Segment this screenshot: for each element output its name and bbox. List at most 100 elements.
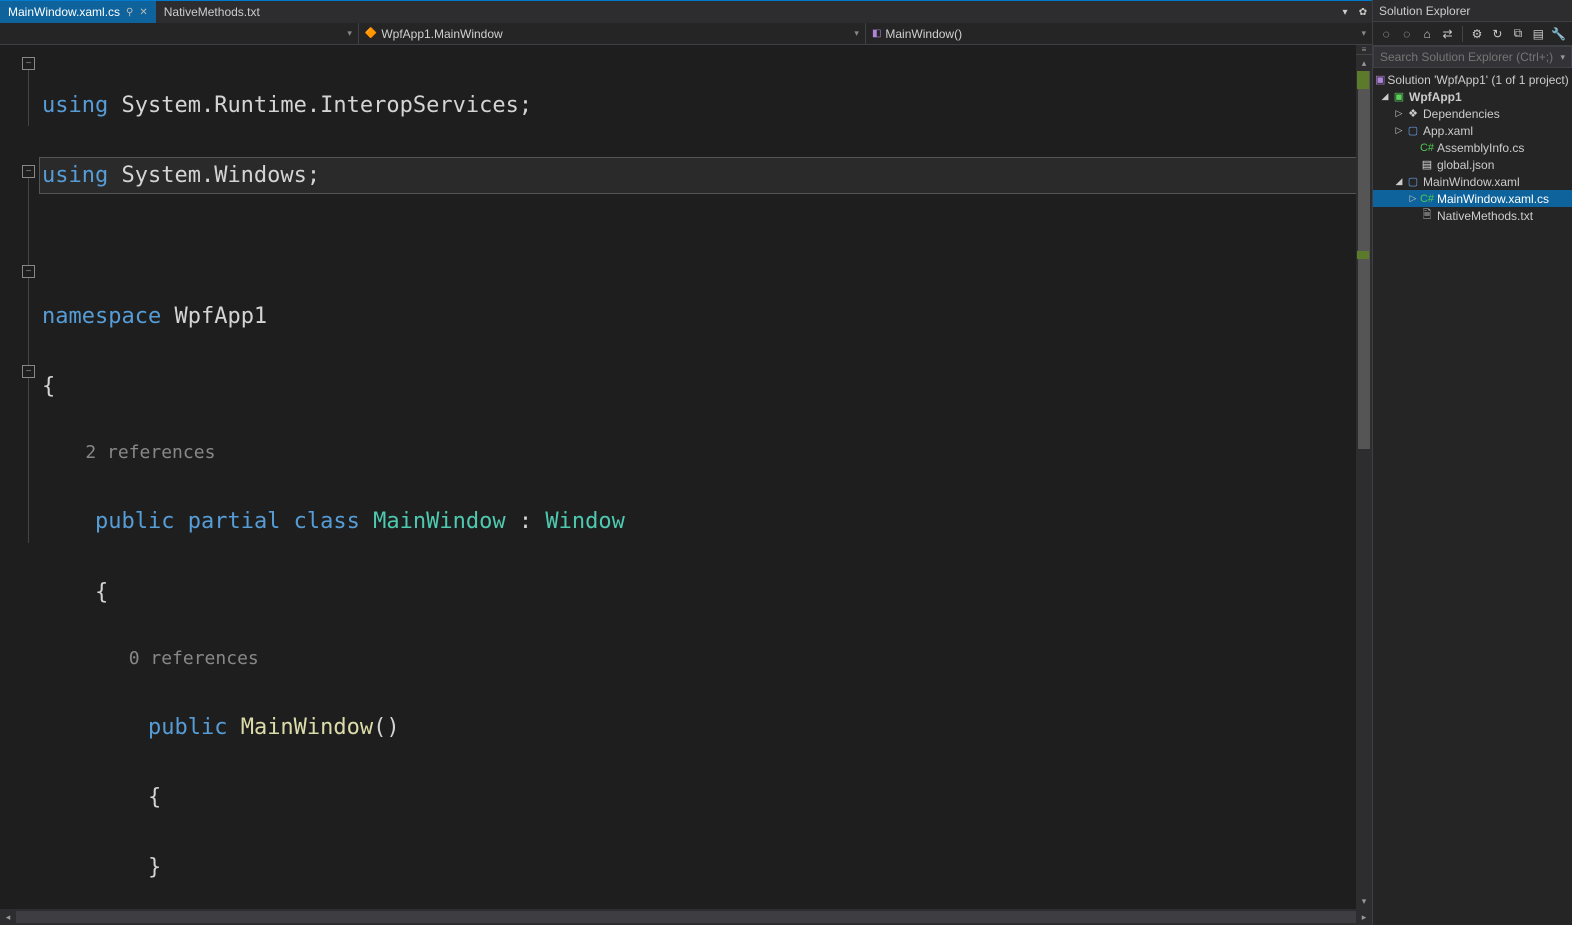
expand-icon[interactable]: ▷ (1393, 108, 1405, 119)
search-input[interactable] (1380, 50, 1560, 64)
kw-public: public (148, 715, 227, 740)
nav-class-label: WpfApp1.MainWindow (381, 27, 502, 41)
tree-assemblyinfo[interactable]: C# AssemblyInfo.cs (1373, 139, 1572, 156)
nav-member-label: MainWindow() (885, 27, 962, 41)
tree-project[interactable]: ◢ ▣ WpfApp1 (1373, 88, 1572, 105)
solution-icon: ▣ (1375, 73, 1385, 86)
chevron-down-icon: ▾ (347, 28, 352, 39)
chevron-down-icon: ▾ (854, 28, 859, 39)
fold-toggle[interactable]: − (22, 265, 35, 278)
scroll-down-icon[interactable]: ▾ (1356, 893, 1372, 909)
code-area: − − − − using System.Runtime.InteropServ… (0, 45, 1372, 909)
class-icon: 🔶 (365, 28, 377, 39)
nav-class-dropdown[interactable]: 🔶 WpfApp1.MainWindow ▾ (359, 23, 866, 44)
expand-icon[interactable]: ◢ (1379, 91, 1391, 102)
sync-icon[interactable]: ⇄ (1438, 24, 1456, 44)
filter-icon[interactable]: ⚙ (1468, 24, 1486, 44)
fold-toggle[interactable]: − (22, 165, 35, 178)
kw-using: using (42, 163, 108, 188)
brace: } (42, 855, 161, 880)
code-text: : (506, 509, 546, 534)
tree-mainwindow-xaml[interactable]: ◢ ▢ MainWindow.xaml (1373, 173, 1572, 190)
xaml-icon: ▢ (1405, 124, 1421, 137)
code-text: () (373, 715, 400, 740)
txt-icon: 🗎 (1419, 206, 1435, 225)
kw-partial: partial (174, 509, 280, 534)
search-dropdown-icon[interactable]: ▾ (1560, 52, 1565, 63)
scroll-left-icon[interactable]: ◂ (0, 909, 16, 925)
scroll-up-icon[interactable]: ▴ (1356, 55, 1372, 71)
expand-icon[interactable]: ▷ (1393, 125, 1405, 136)
tab-overflow-icon[interactable]: ▾ (1336, 3, 1354, 21)
csproj-icon: ▣ (1391, 90, 1407, 103)
navigation-bar: ▾ 🔶 WpfApp1.MainWindow ▾ ◧ MainWindow() … (0, 23, 1372, 45)
cs-icon: C# (1419, 193, 1435, 205)
type-name: MainWindow (360, 509, 506, 534)
cs-icon: C# (1419, 142, 1435, 154)
change-marker (1357, 71, 1369, 89)
chevron-down-icon: ▾ (1361, 28, 1366, 39)
forward-icon[interactable]: ◌ (1397, 24, 1415, 44)
dependencies-icon: ❖ (1405, 107, 1421, 120)
pin-icon[interactable]: ⚲ (126, 7, 133, 18)
properties-icon[interactable]: 🔧 (1550, 24, 1568, 44)
ctor-name: MainWindow (227, 715, 373, 740)
tab-label: NativeMethods.txt (164, 5, 260, 19)
tab-bar: MainWindow.xaml.cs ⚲ ✕ NativeMethods.txt… (0, 1, 1372, 23)
xaml-icon: ▢ (1405, 175, 1421, 188)
tab-label: MainWindow.xaml.cs (8, 5, 120, 19)
tree-label: WpfApp1 (1409, 90, 1462, 104)
collapse-icon[interactable]: ⧉ (1509, 24, 1527, 44)
tab-settings-icon[interactable]: ✿ (1354, 3, 1372, 21)
codelens-references[interactable]: 0 references (129, 648, 259, 669)
tree-dependencies[interactable]: ▷ ❖ Dependencies (1373, 105, 1572, 122)
refresh-icon[interactable]: ↻ (1488, 24, 1506, 44)
expand-icon[interactable]: ▷ (1407, 193, 1419, 204)
panel-title-label: Solution Explorer (1379, 4, 1470, 18)
solution-explorer: Solution Explorer ◌ ◌ ⌂ ⇄ ⚙ ↻ ⧉ ▤ 🔧 ▾ ▣ … (1372, 0, 1572, 925)
panel-title: Solution Explorer (1373, 0, 1572, 22)
nav-project-dropdown[interactable]: ▾ (0, 23, 359, 44)
tree-label: Solution 'WpfApp1' (1 of 1 project) (1387, 73, 1568, 87)
show-all-icon[interactable]: ▤ (1529, 24, 1547, 44)
tree-label: App.xaml (1423, 124, 1473, 138)
brace: { (42, 785, 161, 810)
tree-nativemethods[interactable]: 🗎 NativeMethods.txt (1373, 207, 1572, 224)
scroll-thumb[interactable] (16, 911, 1356, 923)
close-icon[interactable]: ✕ (139, 7, 147, 18)
tree-mainwindow-cs[interactable]: ▷ C# MainWindow.xaml.cs (1373, 190, 1572, 207)
explorer-search[interactable]: ▾ (1373, 46, 1572, 68)
fold-toggle[interactable]: − (22, 57, 35, 70)
brace: { (42, 374, 55, 399)
tree-globaljson[interactable]: ▤ global.json (1373, 156, 1572, 173)
tree-label: MainWindow.xaml.cs (1437, 192, 1549, 206)
split-view-icon[interactable]: ≡ (1356, 45, 1372, 55)
expand-icon[interactable]: ◢ (1393, 176, 1405, 187)
kw-class: class (280, 509, 359, 534)
back-icon[interactable]: ◌ (1377, 24, 1395, 44)
tree-solution[interactable]: ▣ Solution 'WpfApp1' (1 of 1 project) (1373, 71, 1572, 88)
code-editor[interactable]: using System.Runtime.InteropServices; us… (40, 45, 1356, 909)
tree-app-xaml[interactable]: ▷ ▢ App.xaml (1373, 122, 1572, 139)
fold-toggle[interactable]: − (22, 365, 35, 378)
kw-public: public (95, 509, 174, 534)
solution-tree: ▣ Solution 'WpfApp1' (1 of 1 project) ◢ … (1373, 68, 1572, 925)
tab-mainwindow-cs[interactable]: MainWindow.xaml.cs ⚲ ✕ (0, 1, 156, 23)
brace: { (42, 580, 108, 605)
scroll-right-icon[interactable]: ▸ (1356, 909, 1372, 925)
gutter: − − − − (0, 45, 40, 909)
code-text: System.Windows; (108, 163, 320, 188)
nav-member-dropdown[interactable]: ◧ MainWindow() ▾ (866, 23, 1372, 44)
scroll-thumb[interactable] (1358, 71, 1370, 449)
codelens-references[interactable]: 2 references (85, 442, 215, 463)
vertical-scrollbar[interactable]: ≡ ▴ ▾ (1356, 45, 1372, 909)
code-text: WpfApp1 (161, 304, 267, 329)
kw-using: using (42, 93, 108, 118)
tree-label: AssemblyInfo.cs (1437, 141, 1524, 155)
home-icon[interactable]: ⌂ (1418, 24, 1436, 44)
editor-pane: MainWindow.xaml.cs ⚲ ✕ NativeMethods.txt… (0, 0, 1372, 925)
horizontal-scrollbar[interactable]: ◂ ▸ (0, 909, 1372, 925)
type-name: Window (545, 509, 624, 534)
tree-label: Dependencies (1423, 107, 1500, 121)
tab-nativemethods[interactable]: NativeMethods.txt (156, 1, 268, 23)
